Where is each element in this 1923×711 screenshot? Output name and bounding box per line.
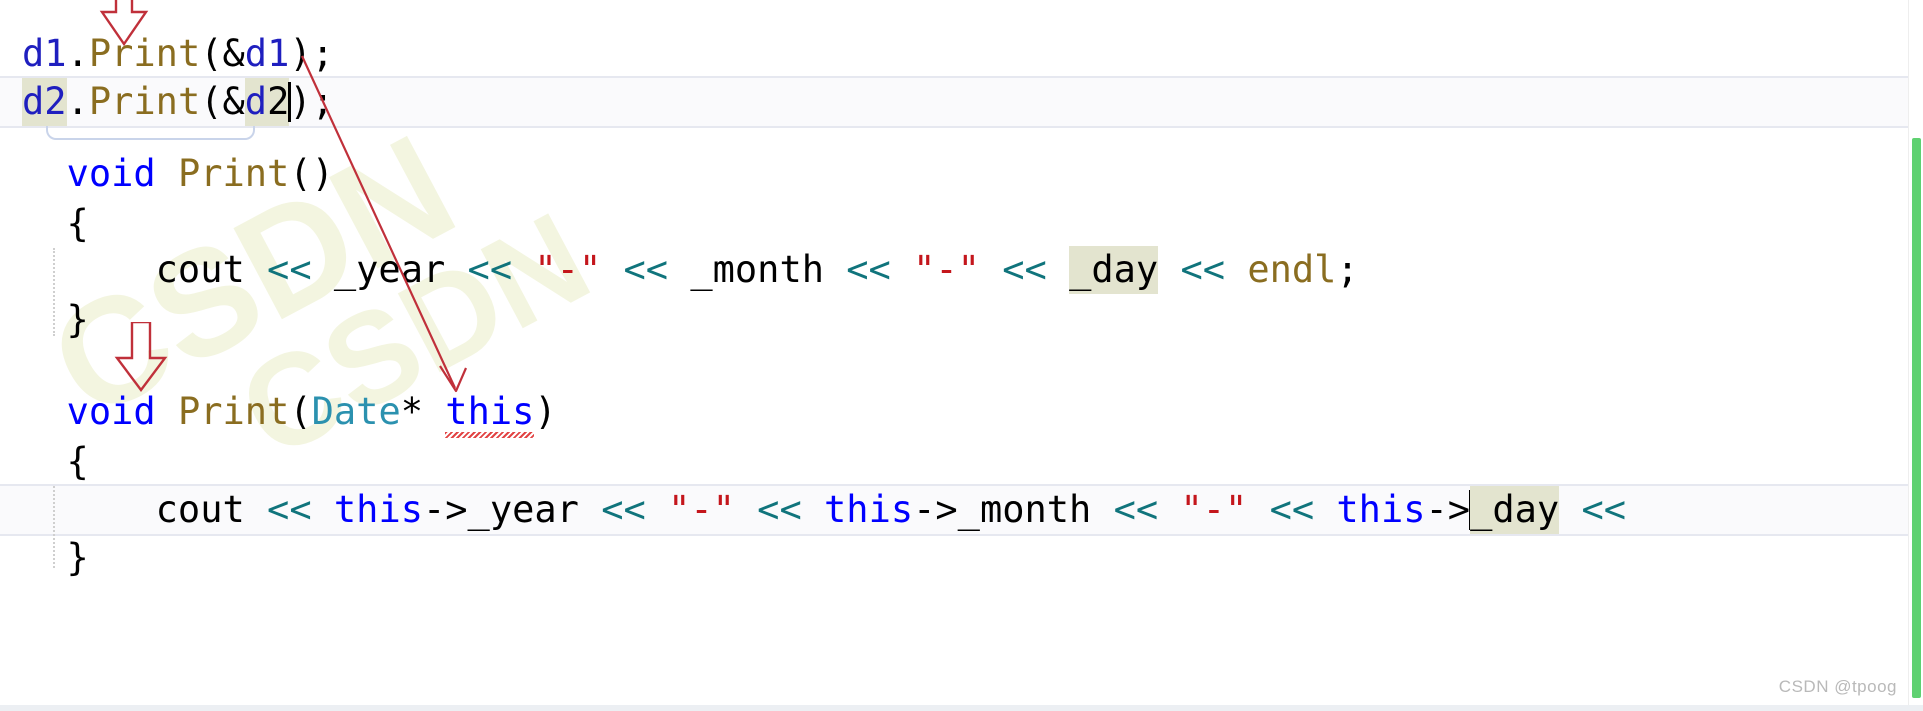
- code-token: void: [66, 152, 156, 195]
- code-token: cout: [155, 248, 245, 291]
- code-line-line-cout-this-members[interactable]: cout << this->_year << "-" << this->_mon…: [22, 486, 1923, 534]
- code-token: "-": [668, 488, 735, 531]
- code-token: <<: [1113, 488, 1159, 531]
- code-token: <<: [846, 248, 891, 291]
- code-line-line-call-d2[interactable]: d2.Print(&d2);: [22, 78, 1923, 126]
- code-token: *: [400, 390, 446, 433]
- code-editor-surface[interactable]: CSDN CSDN d1.Print(&d1); d2.Print(&d2); …: [0, 0, 1923, 711]
- code-token: {: [22, 440, 89, 483]
- csdn-watermark: CSDN @tpoog: [1778, 677, 1897, 696]
- code-token: Print: [177, 390, 290, 433]
- code-token: 2: [267, 78, 290, 126]
- code-token: {: [22, 202, 89, 245]
- editor-bottom-edge: [0, 705, 1923, 711]
- code-token: (&: [200, 32, 245, 75]
- code-token: <<: [757, 488, 802, 531]
- code-token: endl: [1247, 248, 1337, 291]
- code-line-line-open-brace-2[interactable]: {: [22, 438, 1923, 486]
- code-token: cout: [155, 488, 245, 531]
- code-token: "-": [1180, 488, 1248, 531]
- code-token: (&: [200, 80, 245, 123]
- code-line-line-call-d1[interactable]: d1.Print(&d1);: [22, 30, 1923, 78]
- code-token: this: [824, 488, 914, 531]
- code-token: d1: [22, 32, 67, 75]
- scrollbar-modified-marker[interactable]: [1912, 138, 1921, 698]
- code-token: <<: [1269, 488, 1315, 531]
- code-token: .: [66, 32, 89, 75]
- code-token: "-": [913, 248, 980, 291]
- code-token: <<: [1581, 488, 1627, 531]
- code-token: ): [534, 390, 557, 433]
- code-token: ->: [1425, 488, 1471, 531]
- code-token: d1: [244, 32, 290, 75]
- code-token: <<: [623, 248, 669, 291]
- code-token: <<: [467, 248, 513, 291]
- code-token: <<: [1002, 248, 1047, 291]
- code-token: void: [66, 390, 156, 433]
- code-token: _year: [311, 248, 468, 291]
- annotation-arrow-down-top: [99, 0, 149, 47]
- code-token: ;: [1336, 248, 1359, 291]
- code-token: <<: [601, 488, 646, 531]
- code-token: }: [22, 298, 89, 341]
- code-token: (: [289, 390, 312, 433]
- code-token: _day: [1069, 246, 1159, 294]
- code-token: Date: [311, 390, 401, 433]
- code-token: this: [333, 488, 423, 531]
- code-token: _day: [1470, 486, 1560, 534]
- code-token: Print: [88, 80, 201, 123]
- code-line-line-print-this-sig[interactable]: void Print(Date* this): [22, 388, 1923, 438]
- collapsed-region-outline[interactable]: [46, 124, 255, 140]
- code-token: Print: [177, 152, 290, 195]
- code-token: <<: [267, 488, 312, 531]
- code-token: (): [289, 152, 334, 195]
- code-line-line-print-noargs-sig[interactable]: void Print(): [22, 150, 1923, 198]
- code-token: ->_year: [423, 488, 602, 531]
- code-token: "-": [534, 248, 602, 291]
- code-token: <<: [267, 248, 312, 291]
- code-token: d2: [22, 78, 67, 126]
- code-token: d: [244, 78, 268, 126]
- annotation-arrow-down-mid: [114, 322, 168, 392]
- code-token: ->_month: [913, 488, 1114, 531]
- code-line-line-cout-members[interactable]: cout << _year << "-" << _month << "-" <<…: [22, 246, 1923, 294]
- code-token: );: [289, 80, 334, 123]
- code-token: _month: [668, 248, 847, 291]
- code-token: this: [1336, 488, 1426, 531]
- code-token: this: [445, 388, 535, 438]
- code-line-line-close-brace-2[interactable]: }: [22, 534, 1923, 582]
- code-token: );: [289, 32, 334, 75]
- code-token: .: [66, 80, 89, 123]
- code-line-line-open-brace-1[interactable]: {: [22, 200, 1923, 248]
- code-line-line-close-brace-1[interactable]: }: [22, 296, 1923, 344]
- code-line-line-blank[interactable]: [22, 340, 1923, 388]
- code-token: <<: [1180, 248, 1226, 291]
- code-token: }: [22, 536, 89, 579]
